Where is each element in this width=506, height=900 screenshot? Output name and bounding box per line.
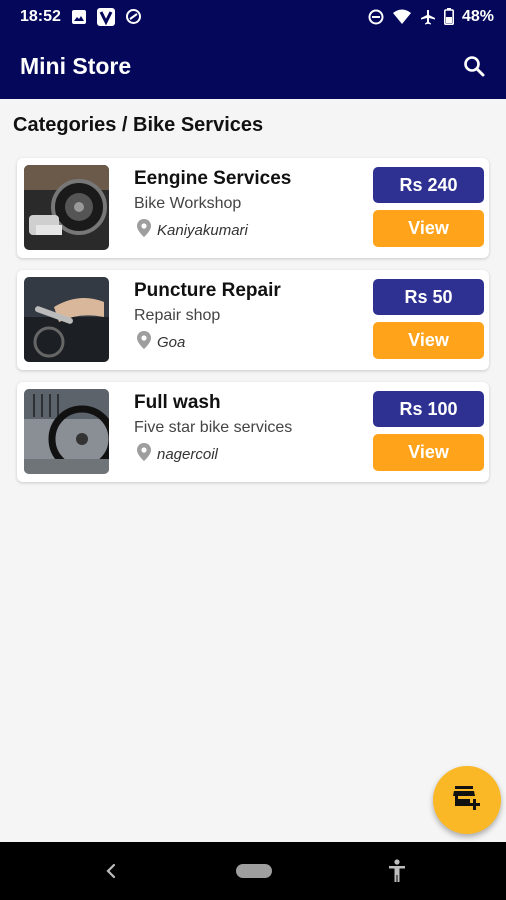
airplane-icon	[420, 9, 436, 25]
add-store-button[interactable]	[433, 766, 501, 834]
battery-percent: 48%	[461, 7, 494, 25]
location-pin-icon	[137, 331, 151, 353]
service-title: Puncture Repair	[134, 280, 281, 301]
bike-repair-photo	[24, 277, 109, 362]
service-subtitle: Bike Workshop	[134, 195, 242, 212]
nav-bar	[0, 842, 506, 900]
service-title: Full wash	[134, 392, 221, 413]
service-location: Kaniyakumari	[137, 219, 248, 241]
location-text: Kaniyakumari	[157, 221, 248, 239]
app-title: Mini Store	[20, 52, 132, 79]
service-card[interactable]: Puncture Repair Repair shop Goa Rs 50 Vi…	[17, 270, 489, 370]
service-title: Eengine Services	[134, 168, 292, 189]
photo-icon	[71, 9, 87, 25]
service-subtitle: Five star bike services	[134, 419, 293, 436]
status-left: 18:52	[20, 7, 142, 26]
price-badge: Rs 240	[373, 167, 484, 203]
breadcrumb: Categories / Bike Services	[13, 114, 264, 136]
location-pin-icon	[137, 443, 151, 465]
app-bar: Mini Store	[0, 33, 506, 99]
view-button[interactable]: View	[373, 434, 484, 471]
back-icon[interactable]	[100, 858, 122, 884]
service-card[interactable]: Eengine Services Bike Workshop Kaniyakum…	[17, 158, 489, 258]
view-button[interactable]: View	[373, 210, 484, 247]
status-time: 18:52	[20, 7, 61, 25]
home-pill-button[interactable]	[236, 864, 272, 878]
view-button[interactable]: View	[373, 322, 484, 359]
battery-icon	[443, 8, 454, 25]
service-card[interactable]: Full wash Five star bike services nagerc…	[17, 382, 489, 482]
dnd-icon	[368, 9, 384, 25]
engine-brake-photo	[24, 165, 109, 250]
add-store-icon	[453, 785, 481, 816]
price-badge: Rs 100	[373, 391, 484, 427]
location-pin-icon	[137, 219, 151, 241]
wifi-icon	[392, 9, 412, 25]
search-icon[interactable]	[460, 52, 488, 80]
accessibility-icon[interactable]	[385, 858, 409, 884]
data-saver-icon	[125, 8, 142, 25]
service-location: nagercoil	[137, 443, 218, 465]
service-subtitle: Repair shop	[134, 307, 221, 324]
price-badge: Rs 50	[373, 279, 484, 315]
location-text: nagercoil	[157, 445, 218, 463]
status-bar: 18:52 48%	[0, 0, 506, 33]
service-location: Goa	[137, 331, 185, 353]
v-app-icon	[96, 7, 115, 26]
bike-wheel-photo	[24, 389, 109, 474]
location-text: Goa	[157, 333, 186, 351]
status-right: 48%	[368, 8, 494, 26]
